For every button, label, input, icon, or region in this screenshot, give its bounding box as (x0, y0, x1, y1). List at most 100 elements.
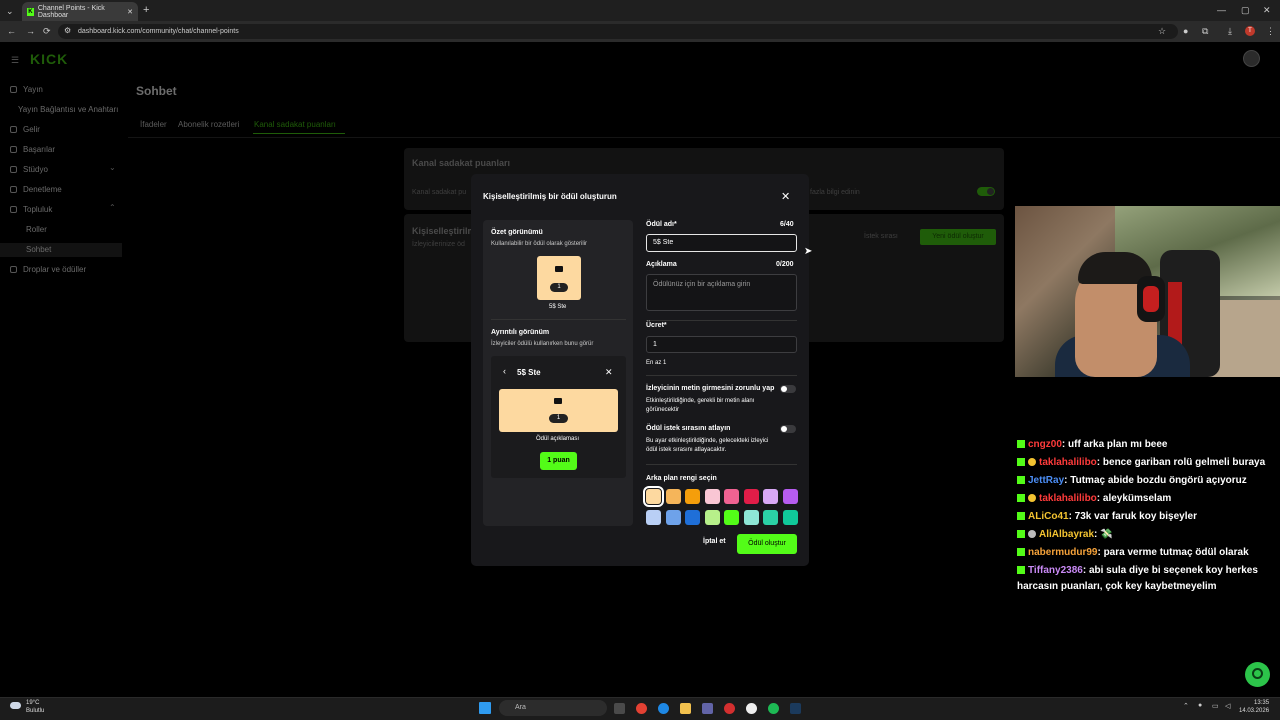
back-icon[interactable]: ← (7, 24, 16, 38)
window-close-icon[interactable]: ✕ (1263, 3, 1271, 17)
color-swatch[interactable] (782, 489, 798, 504)
kick-badge-icon (1017, 548, 1025, 556)
weather-widget[interactable]: 19°C Bulutlu (26, 699, 44, 715)
extensions-puzzle-icon[interactable]: ⧉ (1202, 24, 1208, 38)
kick-logo[interactable]: KICK (30, 51, 68, 67)
color-swatch[interactable] (685, 510, 700, 525)
color-swatch[interactable] (643, 486, 664, 507)
reward-name-input[interactable]: 5$ Ste (646, 234, 797, 252)
cost-input[interactable]: 1 (646, 336, 797, 353)
new-tab-icon[interactable]: + (143, 3, 149, 17)
chat-text: : 73k var faruk koy bişeyler (1068, 511, 1197, 522)
sidebar-item-basarilar[interactable]: Başarılar (10, 145, 55, 154)
chat-username[interactable]: ALiCo41 (1028, 511, 1069, 522)
browser-tab[interactable]: K Channel Points - Kick Dashboar ✕ (22, 2, 138, 21)
tab-abonelik-rozetleri[interactable]: Abonelik rozetleri (178, 120, 239, 129)
bookmark-star-icon[interactable]: ☆ (1158, 24, 1166, 38)
skip-queue-toggle[interactable] (780, 425, 796, 433)
color-swatch[interactable] (724, 510, 739, 525)
sidebar-item-studyo[interactable]: Stüdyo (10, 165, 48, 174)
sidebar-item-roller[interactable]: Roller (26, 225, 47, 234)
color-swatch[interactable] (685, 489, 700, 504)
media-player-icon[interactable] (746, 703, 757, 714)
sidebar-item-droplar[interactable]: Droplar ve ödüller (10, 265, 86, 274)
color-swatch[interactable] (724, 489, 739, 504)
tab-search-icon[interactable]: ⌄ (6, 4, 14, 18)
request-queue-link[interactable]: İstek sırası (864, 233, 898, 240)
app-icon[interactable] (724, 703, 735, 714)
chat-username[interactable]: JettRay (1028, 475, 1064, 486)
color-swatch[interactable] (743, 489, 759, 504)
extension-icon[interactable]: ● (1183, 24, 1188, 38)
sidebar-item-sohbet[interactable]: Sohbet (26, 245, 51, 254)
chat-username[interactable]: taklahalilibo (1039, 493, 1097, 504)
taskbar-search[interactable]: Ara (499, 700, 607, 716)
chrome-icon[interactable] (636, 703, 647, 714)
color-swatch[interactable] (782, 510, 798, 525)
description-textarea[interactable]: Ödülünüz için bir açıklama girin (646, 274, 797, 311)
maximize-icon[interactable]: ▢ (1241, 3, 1250, 17)
edge-icon[interactable] (658, 703, 669, 714)
cost-hint: En az 1 (646, 360, 667, 366)
color-swatch[interactable] (665, 489, 681, 504)
minimize-icon[interactable]: — (1217, 3, 1226, 17)
divider (128, 137, 1280, 138)
chevron-up-icon[interactable]: ⌃ (109, 203, 116, 212)
sidebar-item-stream-key[interactable]: Yayın Bağlantısı ve Anahtarı (18, 105, 118, 114)
description-counter: 0/200 (776, 261, 794, 268)
volume-icon[interactable]: ◁ (1225, 702, 1230, 710)
chat-username[interactable]: Tiffany2386 (1028, 565, 1083, 576)
new-reward-button[interactable]: Yeni ödül oluştur (920, 229, 996, 245)
color-swatch[interactable] (743, 510, 759, 525)
chat-username[interactable]: AliAlbayrak (1039, 529, 1094, 540)
loyalty-toggle[interactable] (977, 187, 995, 196)
steam-icon[interactable] (790, 703, 801, 714)
color-swatch[interactable] (704, 510, 720, 525)
require-text-toggle[interactable] (780, 385, 796, 393)
tab-kanal-sadakat[interactable]: Kanal sadakat puanları (254, 120, 336, 129)
chat-username[interactable]: taklahalilibo (1039, 457, 1097, 468)
color-swatch[interactable] (704, 489, 720, 504)
windows-start-icon[interactable] (479, 702, 491, 714)
taskbar-clock[interactable]: 13:35 14.03.2026 (1239, 699, 1269, 715)
site-info-icon[interactable]: ⚙ (64, 24, 71, 38)
chat-username[interactable]: cngz00 (1028, 439, 1062, 450)
forward-icon[interactable]: → (26, 24, 35, 38)
sidebar-item-gelir[interactable]: Gelir (10, 125, 40, 134)
tab-close-icon[interactable]: ✕ (127, 8, 133, 16)
network-icon[interactable]: ▭ (1212, 702, 1219, 710)
learn-more-link[interactable]: fazla bilgi edinin (810, 189, 860, 196)
tray-chevron-icon[interactable]: ⌃ (1183, 702, 1189, 710)
sidebar-item-topluluk[interactable]: Topluluk (10, 205, 52, 214)
mic-icon[interactable]: ● (1198, 702, 1202, 709)
chat-text: : bence gariban rolü gelmeli buraya (1096, 457, 1266, 468)
spotify-icon[interactable] (768, 703, 779, 714)
tab-ifadeler[interactable]: İfadeler (140, 120, 167, 129)
app-icon[interactable] (702, 703, 713, 714)
color-swatch[interactable] (665, 510, 681, 525)
chat-username[interactable]: nabermudur99 (1028, 547, 1097, 558)
color-swatch[interactable] (646, 510, 661, 525)
task-view-icon[interactable] (614, 703, 625, 714)
sidebar-item-yayin[interactable]: Yayın (10, 85, 43, 94)
color-swatch[interactable] (763, 489, 778, 504)
profile-avatar[interactable]: T (1245, 26, 1255, 36)
subscriber-badge-icon (1028, 494, 1036, 502)
download-icon[interactable]: ⤓ (1228, 24, 1232, 38)
modal-title: Kişiselleştirilmiş bir ödül oluşturun (483, 192, 617, 201)
cancel-button[interactable]: İptal et (703, 538, 726, 545)
color-swatch[interactable] (763, 510, 778, 525)
browser-menu-icon[interactable]: ⋮ (1266, 24, 1275, 38)
url-field[interactable]: dashboard.kick.com/community/chat/channe… (58, 24, 1178, 39)
browser-tab-bar (0, 0, 1280, 21)
file-explorer-icon[interactable] (680, 703, 691, 714)
chevron-down-icon[interactable]: ⌄ (109, 163, 116, 172)
reload-icon[interactable]: ⟳ (43, 24, 51, 38)
chat-message: ALiCo41: 73k var faruk koy bişeyler (1017, 510, 1197, 524)
help-button[interactable] (1245, 662, 1270, 687)
create-reward-button[interactable]: Ödül oluştur (737, 534, 797, 554)
sidebar-item-denetleme[interactable]: Denetleme (10, 185, 62, 194)
close-icon[interactable]: ✕ (781, 190, 790, 203)
user-avatar[interactable] (1243, 50, 1260, 67)
hamburger-menu-icon[interactable]: ☰ (11, 53, 19, 67)
